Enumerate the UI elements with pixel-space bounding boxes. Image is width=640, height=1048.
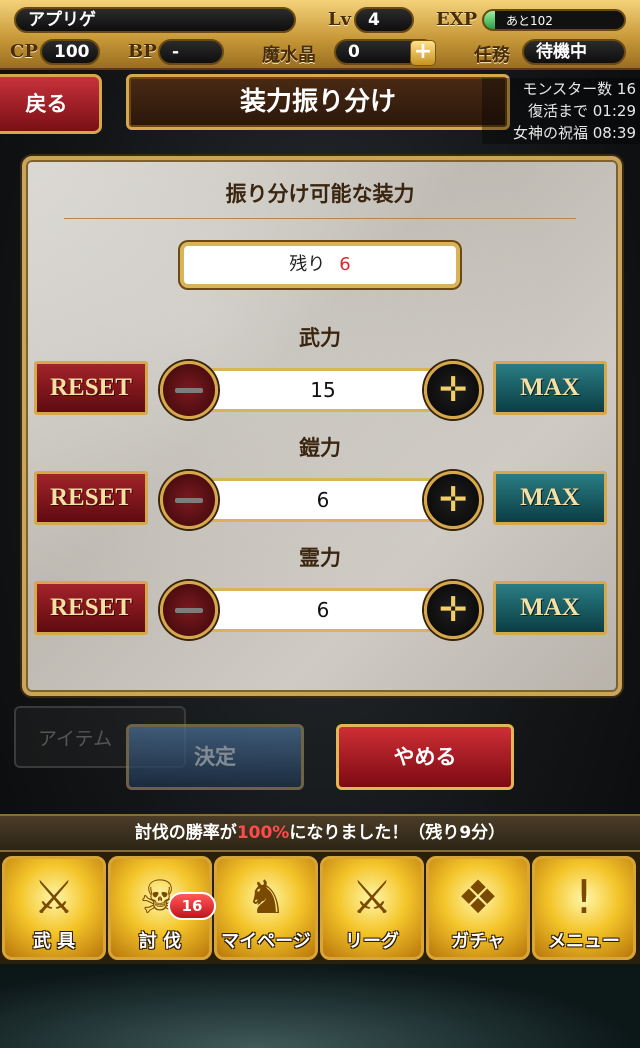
nav-menu[interactable]: ! メニュー [532,856,636,960]
panel-title: 振り分け可能な装力 [225,181,415,206]
knight-icon: ♞ [245,870,287,924]
remaining-value: 6 [339,254,351,275]
increase-power-button[interactable]: ✛ [424,361,482,419]
page-title: 装力振り分け [126,74,510,130]
increase-armor-button[interactable]: ✛ [424,471,482,529]
minus-icon [175,498,203,503]
treasure-chest-icon: ❖ [457,870,499,924]
level-label: Lv [328,9,352,30]
notice-text-after: になりました！（残り9分） [289,823,506,843]
minus-icon [175,388,203,393]
bottom-background [0,964,640,1048]
cancel-button[interactable]: やめる [336,724,514,790]
reset-armor-button[interactable]: RESET [34,471,148,525]
buy-mana-button[interactable]: + [410,40,436,66]
exp-text: あと102 [506,14,553,28]
bp-value: - [158,39,224,65]
exp-label: EXP [436,9,478,30]
nav-gacha-label: ガチャ [451,931,505,952]
hunt-count-badge: 16 [168,892,216,920]
max-armor-button[interactable]: MAX [493,471,607,525]
win-rate-notice: 討伐の勝率が100%になりました！（残り9分） [0,814,640,852]
back-button[interactable]: 戻る [0,74,102,134]
crossed-swords-icon: ⚔ [351,870,393,924]
goddess-timer: 女神の祝福 08:39 [482,122,640,144]
monster-count: モンスター数 16 [482,78,640,100]
increase-spirit-button[interactable]: ✛ [424,581,482,639]
divider [64,218,576,219]
notice-highlight: 100% [236,823,290,843]
max-spirit-button[interactable]: MAX [493,581,607,635]
notice-text-before: 討伐の勝率が [134,823,237,843]
stat-title-power: 武力 [299,325,341,350]
nav-mypage[interactable]: ♞ マイページ [214,856,318,960]
power-value: 15 [196,368,450,412]
nav-league[interactable]: ⚔ リーグ [320,856,424,960]
remaining-label: 残り [289,254,326,275]
player-name: アプリゲ [14,7,296,33]
bottom-nav: ⚔ 武 具 ☠ 討 伐 ♞ マイページ ⚔ リーグ ❖ ガチャ ! メニュー [0,852,640,964]
remaining-points-box: 残り 6 [180,242,460,288]
plus-icon: ✛ [438,590,468,630]
max-power-button[interactable]: MAX [493,361,607,415]
reset-power-button[interactable]: RESET [34,361,148,415]
exp-bar: あと102 [482,9,626,31]
status-bar: アプリゲ Lv 4 EXP あと102 CP 100 BP - 魔水晶 0 + … [0,0,640,70]
decrease-power-button[interactable] [160,361,218,419]
stat-title-armor: 鎧力 [299,435,341,460]
mission-value[interactable]: 待機中 [522,39,626,65]
decide-button[interactable]: 決定 [126,724,304,790]
cp-value: 100 [40,39,100,65]
nav-weapons[interactable]: ⚔ 武 具 [2,856,106,960]
plus-icon: ✛ [438,370,468,410]
nav-menu-label: メニュー [548,931,620,952]
mission-label: 任務 [474,45,510,66]
nav-hunt-label: 討 伐 [138,931,182,952]
exp-fill [484,11,496,29]
decrease-spirit-button[interactable] [160,581,218,639]
exclamation-icon: ! [574,870,594,924]
recovery-timer: 復活まで 01:29 [482,100,640,122]
cp-label: CP [10,41,38,62]
flaming-sword-icon: ⚔ [33,870,75,924]
armor-value: 6 [196,478,450,522]
nav-weapons-label: 武 具 [32,931,76,952]
level-value: 4 [354,7,414,33]
plus-icon: ✛ [438,480,468,520]
reset-spirit-button[interactable]: RESET [34,581,148,635]
nav-mypage-label: マイページ [221,931,311,952]
nav-gacha[interactable]: ❖ ガチャ [426,856,530,960]
decrease-armor-button[interactable] [160,471,218,529]
mana-label: 魔水晶 [262,45,316,66]
nav-league-label: リーグ [345,931,399,952]
bp-label: BP [128,41,157,62]
spirit-value: 6 [196,588,450,632]
stat-title-spirit: 霊力 [299,545,341,570]
minus-icon [175,608,203,613]
